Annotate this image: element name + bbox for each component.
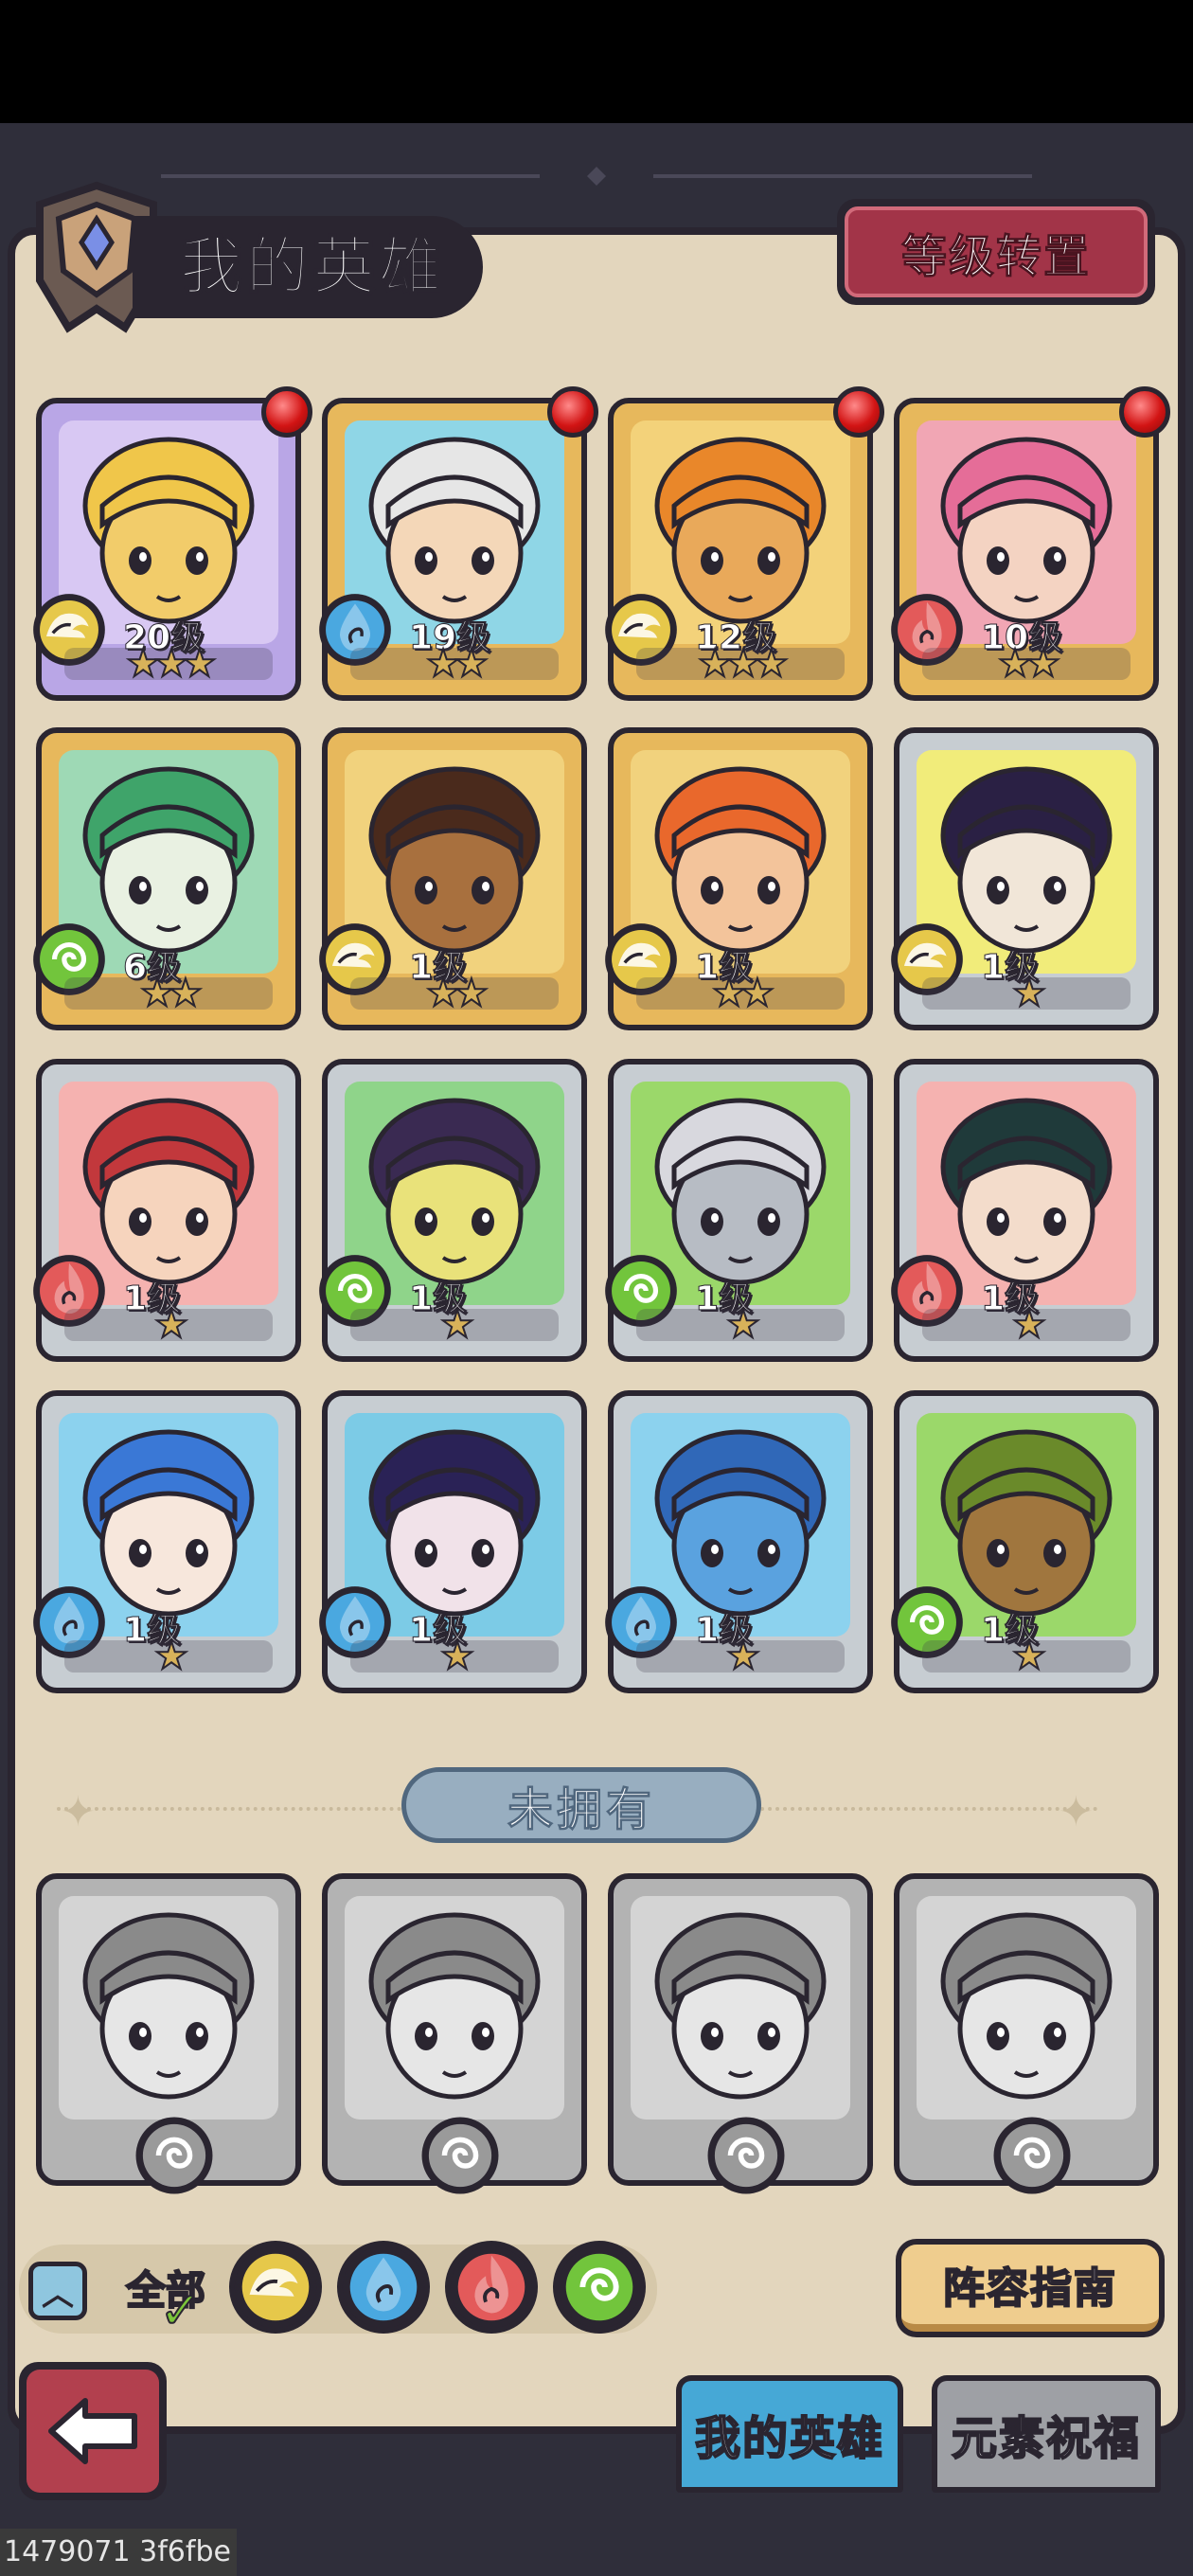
hero-portrait xyxy=(631,1896,850,2120)
hero-star-rating: ★★★ xyxy=(64,644,273,684)
hero-card[interactable]: 1级 ★ xyxy=(891,1390,1159,1693)
wind-element-icon xyxy=(703,2112,790,2199)
hero-star-rating: ★ xyxy=(636,1305,845,1345)
hero-card[interactable]: 1级 ★ xyxy=(319,1390,587,1693)
hero-star-rating: ★ xyxy=(922,1637,1131,1676)
hero-star-rating: ★★ xyxy=(922,644,1131,684)
back-button[interactable] xyxy=(19,2362,167,2500)
hero-portrait xyxy=(59,1896,278,2120)
hero-card[interactable]: 20级 ★★★ xyxy=(33,386,312,701)
check-icon: ✓ xyxy=(158,2280,203,2341)
hero-card[interactable]: 6级 ★★ xyxy=(33,727,301,1030)
hero-star-rating: ★★★ xyxy=(636,644,845,684)
hero-card[interactable]: 19级 ★★ xyxy=(319,386,598,701)
unknown-hero-shark[interactable] xyxy=(36,1873,301,2194)
unknown-hero-sorceress[interactable] xyxy=(322,1873,587,2194)
filter-fire-button[interactable] xyxy=(445,2241,538,2334)
unowned-section-label: 未拥有 xyxy=(401,1767,761,1843)
lineup-guide-button[interactable]: 阵容指南 xyxy=(896,2239,1165,2337)
hero-card[interactable]: 1级 ★ xyxy=(319,1059,587,1362)
level-transfer-label: 等级转置 xyxy=(845,206,1148,297)
lineup-guide-label: 阵容指南 xyxy=(901,2245,1159,2332)
hero-star-rating: ★★ xyxy=(636,974,845,1013)
hero-card[interactable]: 1级 ★ xyxy=(33,1059,301,1362)
wind-element-icon xyxy=(131,2112,218,2199)
divider-star-icon: ✦ xyxy=(1059,1788,1094,1836)
hero-star-rating: ★ xyxy=(636,1637,845,1676)
hero-card[interactable]: 1级 ★ xyxy=(605,1059,873,1362)
hero-star-rating: ★★ xyxy=(350,974,559,1013)
hero-star-rating: ★ xyxy=(64,1637,273,1676)
level-transfer-button[interactable]: 等级转置 xyxy=(837,199,1155,305)
hero-star-rating: ★ xyxy=(350,1637,559,1676)
wind-element-icon xyxy=(417,2112,504,2199)
tab-element-blessing[interactable]: 元素祝福 xyxy=(932,2375,1161,2493)
watermark: 1479071 3f6fbe xyxy=(0,2529,237,2576)
notification-dot xyxy=(261,386,312,438)
hero-card[interactable]: 1级 ★★ xyxy=(319,727,587,1030)
hero-card[interactable]: 1级 ★ xyxy=(891,1059,1159,1362)
hero-card[interactable]: 1级 ★ xyxy=(891,727,1159,1030)
collapse-filter-button[interactable]: ︿ xyxy=(28,2262,87,2320)
hero-star-rating: ★ xyxy=(922,974,1131,1013)
tab-my-heroes[interactable]: 我的英雄 xyxy=(676,2375,903,2493)
hero-star-rating: ★ xyxy=(922,1305,1131,1345)
filter-water-button[interactable] xyxy=(337,2241,430,2334)
notification-dot xyxy=(833,386,884,438)
status-bar-area xyxy=(0,0,1193,123)
chevron-up-icon: ︿ xyxy=(42,2275,74,2314)
hero-portrait xyxy=(917,1896,1136,2120)
hero-star-rating: ★★ xyxy=(64,974,273,1013)
hero-card[interactable]: 1级 ★ xyxy=(33,1390,301,1693)
hero-card[interactable]: 1级 ★ xyxy=(605,1390,873,1693)
hero-star-rating: ★★ xyxy=(350,644,559,684)
notification-dot xyxy=(1119,386,1170,438)
hero-card[interactable]: 10级 ★★ xyxy=(891,386,1170,701)
back-arrow-icon xyxy=(48,2398,137,2464)
hero-card[interactable]: 12级 ★★★ xyxy=(605,386,884,701)
hero-card[interactable]: 1级 ★★ xyxy=(605,727,873,1030)
filter-earth-button[interactable] xyxy=(229,2241,322,2334)
divider-star-icon: ✦ xyxy=(61,1788,96,1836)
unknown-hero-elf[interactable] xyxy=(894,1873,1159,2194)
filter-wind-button[interactable] xyxy=(553,2241,646,2334)
page-title: 我的英雄 xyxy=(179,229,445,304)
hero-star-rating: ★ xyxy=(350,1305,559,1345)
hero-star-rating: ★ xyxy=(64,1305,273,1345)
notification-dot xyxy=(547,386,598,438)
wind-element-icon xyxy=(988,2112,1076,2199)
hero-portrait xyxy=(345,1896,564,2120)
unknown-hero-scholar[interactable] xyxy=(608,1873,873,2194)
header-ornament xyxy=(161,167,1032,186)
